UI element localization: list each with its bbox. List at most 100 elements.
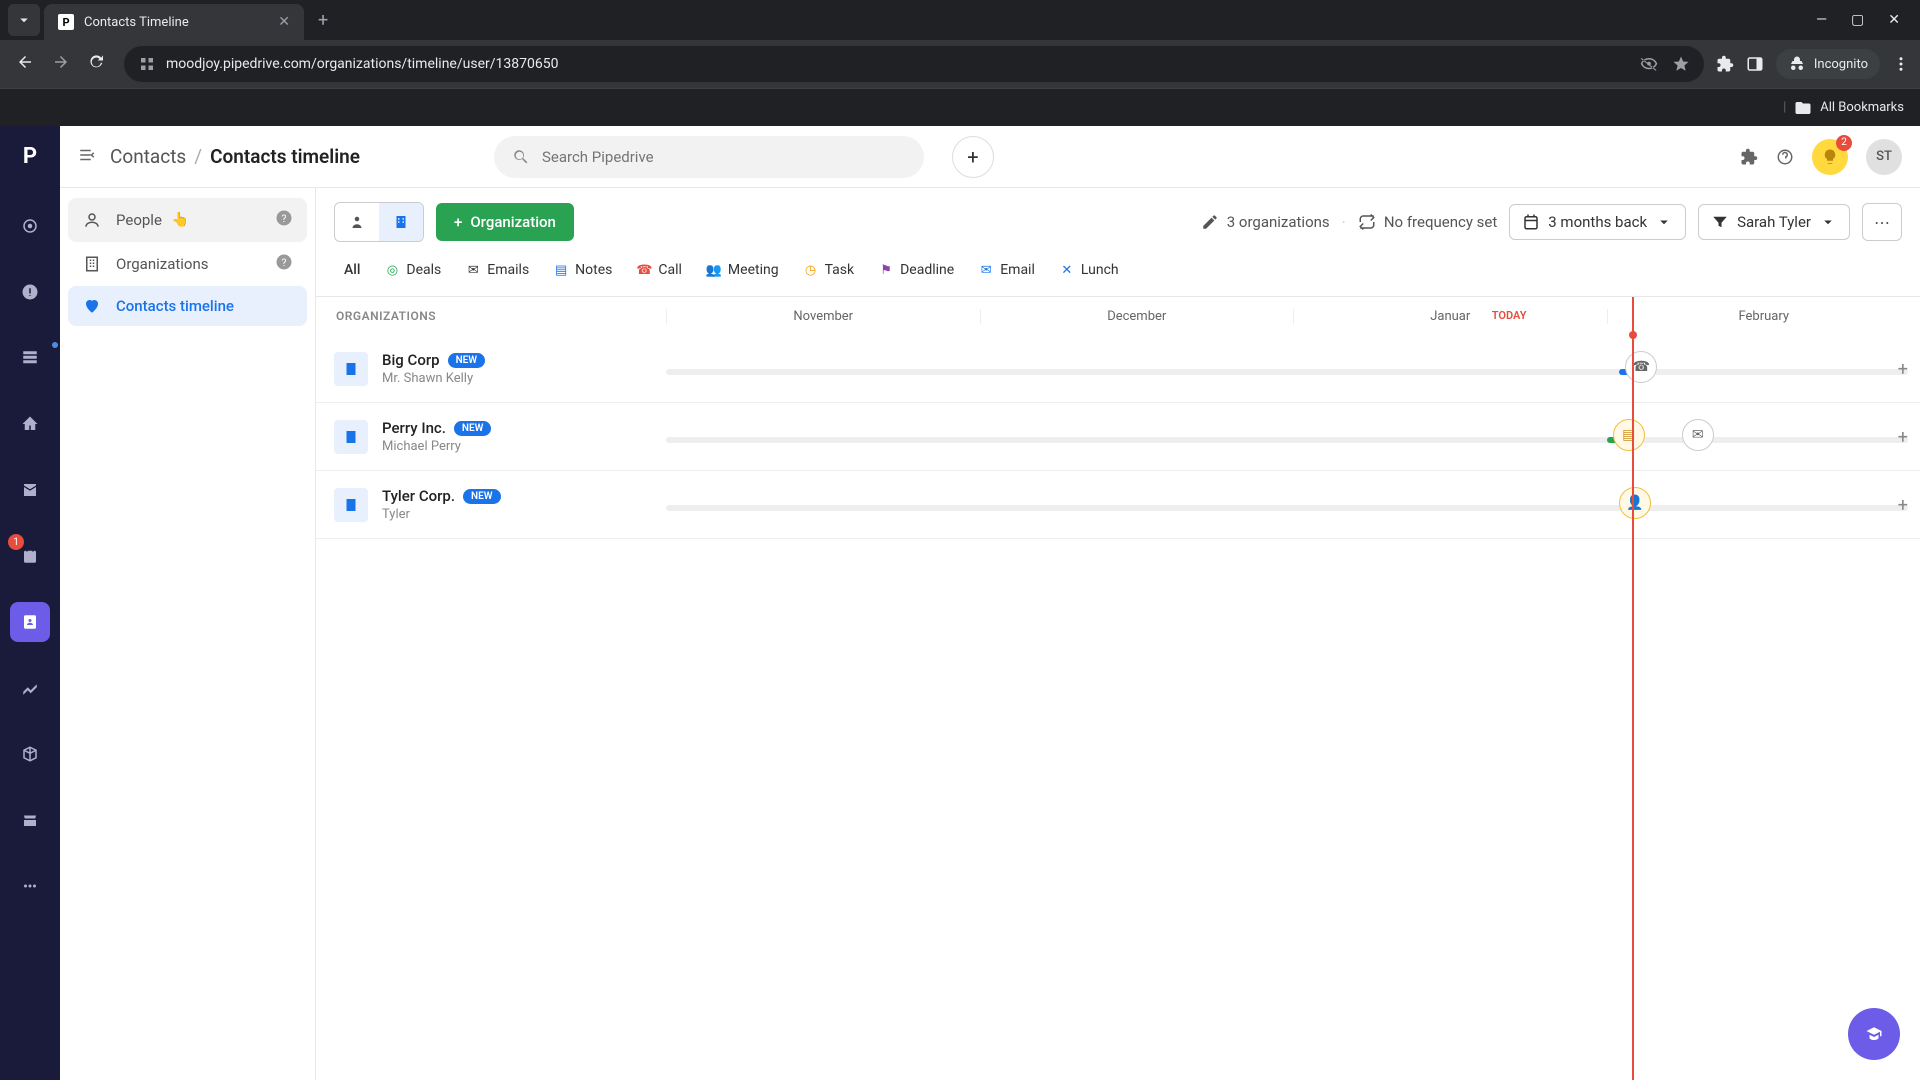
chevron-down-icon: [15, 11, 33, 29]
owner-filter-dropdown[interactable]: Sarah Tyler: [1698, 204, 1850, 240]
rail-item-more[interactable]: [10, 866, 50, 906]
svg-text:?: ?: [282, 212, 287, 225]
frequency-button[interactable]: No frequency set: [1358, 213, 1497, 231]
incognito-badge[interactable]: Incognito: [1776, 49, 1880, 79]
reload-button[interactable]: [88, 53, 106, 75]
help-fab-button[interactable]: [1848, 1008, 1900, 1060]
time-range-dropdown[interactable]: 3 months back: [1509, 204, 1686, 240]
browser-menu-icon[interactable]: [1892, 55, 1910, 73]
site-settings-icon: [138, 55, 156, 73]
flag-icon: ⚑: [878, 262, 894, 278]
filter-task[interactable]: ◷Task: [793, 256, 865, 284]
rail-item-products[interactable]: [10, 734, 50, 774]
view-person-button[interactable]: [335, 203, 379, 241]
add-activity-button[interactable]: +: [1898, 359, 1908, 380]
rail-item-insights[interactable]: [10, 668, 50, 708]
activity-call-icon[interactable]: ☎: [1625, 351, 1657, 383]
new-badge: NEW: [463, 489, 501, 504]
quick-add-button[interactable]: +: [952, 136, 994, 178]
new-tab-button[interactable]: +: [308, 10, 338, 31]
tab-search-button[interactable]: [8, 4, 40, 36]
bookmark-star-icon[interactable]: [1672, 55, 1690, 73]
month-header: December: [980, 309, 1294, 324]
org-name[interactable]: Tyler Corp.: [382, 487, 455, 505]
sidebar-item-organizations[interactable]: Organizations ?: [68, 242, 307, 286]
timeline-track: [666, 437, 1908, 443]
org-contact[interactable]: Mr. Shawn Kelly: [382, 371, 485, 386]
bookmarks-separator: |: [1783, 100, 1786, 115]
app-logo[interactable]: P: [12, 138, 48, 174]
help-tooltip-icon[interactable]: ?: [275, 209, 293, 231]
org-icon: [334, 488, 368, 522]
minimize-button[interactable]: —: [1816, 12, 1827, 28]
maximize-button[interactable]: ▢: [1851, 12, 1864, 28]
building-icon: [82, 255, 102, 273]
activity-note-icon[interactable]: ▤: [1613, 419, 1645, 451]
tracking-icon[interactable]: [1640, 55, 1658, 73]
today-marker-dot: [1629, 331, 1637, 339]
filter-lunch[interactable]: ✕Lunch: [1049, 256, 1129, 284]
sidebar-item-timeline[interactable]: Contacts timeline: [68, 286, 307, 326]
edit-count-button[interactable]: 3 organizations: [1201, 213, 1330, 231]
extensions-app-icon[interactable]: [1740, 148, 1758, 166]
tips-button[interactable]: 2: [1812, 139, 1848, 175]
browser-tab[interactable]: P Contacts Timeline ✕: [44, 4, 304, 40]
sidebar-toggle-button[interactable]: [78, 146, 96, 168]
back-button[interactable]: [16, 53, 34, 75]
people-icon: 👥: [706, 262, 722, 278]
tab-favicon: P: [58, 14, 74, 30]
org-name[interactable]: Big Corp: [382, 351, 440, 369]
add-organization-button[interactable]: + Organization: [436, 203, 574, 241]
repeat-icon: [1358, 213, 1376, 231]
activity-person-icon[interactable]: 👤: [1619, 487, 1651, 519]
sidebar-item-label: People: [116, 211, 162, 229]
page-title: Contacts timeline: [210, 145, 360, 168]
utensils-icon: ✕: [1059, 262, 1075, 278]
org-contact[interactable]: Tyler: [382, 507, 501, 522]
address-bar[interactable]: moodjoy.pipedrive.com/organizations/time…: [124, 46, 1704, 82]
month-header: November: [666, 309, 980, 324]
close-window-button[interactable]: ✕: [1888, 12, 1900, 28]
extensions-icon[interactable]: [1716, 55, 1734, 73]
rail-item-projects[interactable]: [10, 338, 50, 378]
filter-call[interactable]: ☎Call: [626, 256, 692, 284]
app-rail: P 1: [0, 126, 60, 1080]
close-tab-icon[interactable]: ✕: [278, 14, 290, 30]
rail-item-mail[interactable]: [10, 470, 50, 510]
rail-item-activities[interactable]: 1: [10, 536, 50, 576]
contacts-sidebar: People 👆 ? Organizations ? Contacts time…: [60, 188, 316, 1080]
user-avatar[interactable]: ST: [1866, 139, 1902, 175]
activity-email-icon[interactable]: ✉: [1682, 419, 1714, 451]
month-header: JanuarTODAY: [1293, 309, 1607, 324]
filter-email[interactable]: ✉Email: [968, 256, 1045, 284]
filter-notes[interactable]: ▤Notes: [543, 256, 622, 284]
org-name[interactable]: Perry Inc.: [382, 419, 446, 437]
help-tooltip-icon[interactable]: ?: [275, 253, 293, 275]
sidepanel-icon[interactable]: [1746, 55, 1764, 73]
phone-icon: ☎: [636, 262, 652, 278]
search-icon: [512, 148, 530, 166]
breadcrumb-parent[interactable]: Contacts: [110, 145, 186, 168]
filter-deals[interactable]: ◎Deals: [374, 256, 451, 284]
tab-title: Contacts Timeline: [84, 15, 268, 30]
org-contact[interactable]: Michael Perry: [382, 439, 491, 454]
view-org-button[interactable]: [379, 203, 423, 241]
rail-item-deals[interactable]: [10, 272, 50, 312]
add-activity-button[interactable]: +: [1898, 495, 1908, 516]
forward-button[interactable]: [52, 53, 70, 75]
sidebar-item-people[interactable]: People 👆 ?: [68, 198, 307, 242]
more-options-button[interactable]: ⋯: [1862, 203, 1902, 241]
rail-item-campaigns[interactable]: [10, 404, 50, 444]
rail-item-leads[interactable]: [10, 206, 50, 246]
rail-item-marketplace[interactable]: [10, 800, 50, 840]
search-input[interactable]: [542, 148, 906, 166]
add-activity-button[interactable]: +: [1898, 427, 1908, 448]
filter-meeting[interactable]: 👥Meeting: [696, 256, 789, 284]
filter-deadline[interactable]: ⚑Deadline: [868, 256, 964, 284]
filter-emails[interactable]: ✉Emails: [455, 256, 539, 284]
filter-all[interactable]: All: [334, 256, 370, 284]
rail-item-contacts[interactable]: [10, 602, 50, 642]
search-input-container[interactable]: [494, 136, 924, 178]
help-icon[interactable]: [1776, 148, 1794, 166]
all-bookmarks-link[interactable]: All Bookmarks: [1820, 100, 1904, 115]
